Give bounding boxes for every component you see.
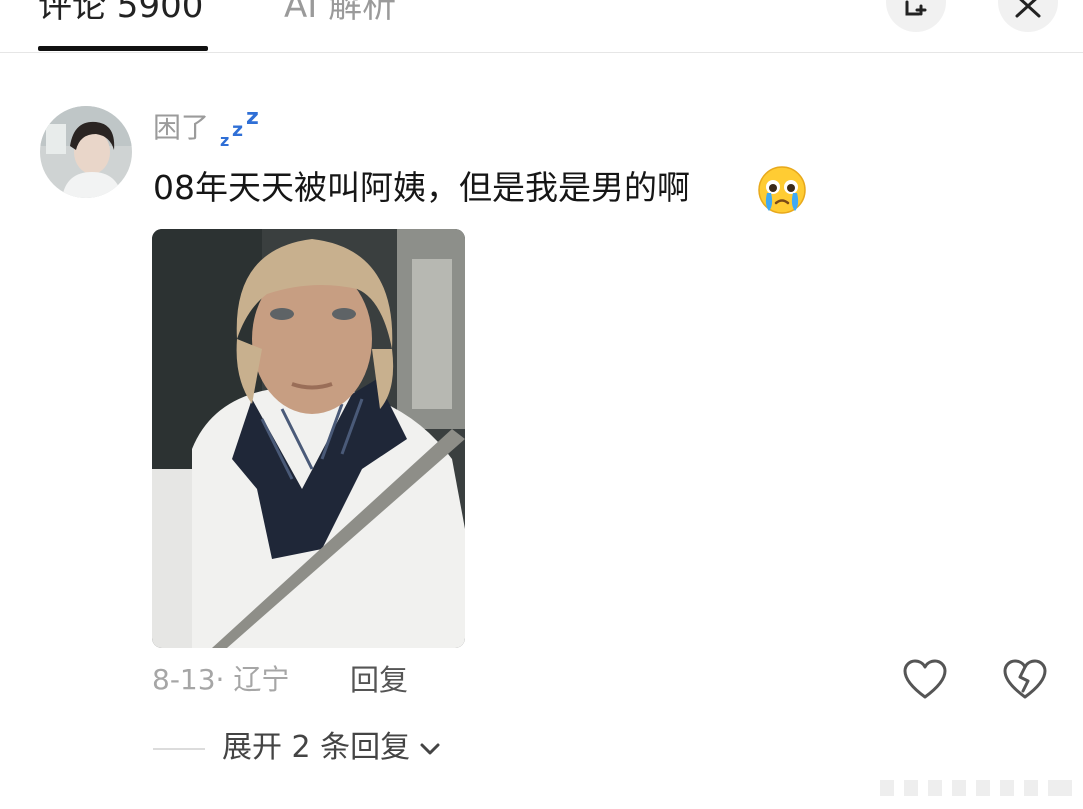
top-tab-bar: 评论 5900 AI 解析	[0, 0, 1083, 53]
comment-text: 08年天天被叫阿姨，但是我是男的啊	[153, 168, 690, 207]
broken-heart-icon[interactable]	[1002, 657, 1048, 703]
chevron-down-icon[interactable]	[418, 737, 442, 761]
reply-button[interactable]: 回复	[350, 660, 408, 700]
heart-outline-icon[interactable]	[902, 657, 948, 703]
comment-photo[interactable]	[152, 229, 465, 648]
active-tab-underline	[38, 46, 208, 51]
username[interactable]: 困了	[153, 110, 209, 146]
watermark	[880, 780, 1072, 796]
comment-date-location: 8-13· 辽宁	[152, 663, 290, 696]
expand-divider	[153, 748, 205, 750]
crying-face-emoji	[758, 166, 806, 214]
svg-text:z: z	[232, 119, 243, 141]
avatar[interactable]	[40, 106, 132, 198]
expand-icon	[905, 0, 927, 16]
svg-text:z: z	[246, 105, 259, 130]
expand-replies-button[interactable]: 展开 2 条回复	[222, 728, 410, 768]
expand-button[interactable]	[886, 0, 946, 32]
tab-comments[interactable]: 评论 5900	[38, 0, 203, 26]
tab-ai-analysis[interactable]: AI 解析	[284, 0, 396, 26]
zzz-emoji: z z z	[220, 105, 259, 150]
close-icon	[1015, 0, 1041, 18]
svg-text:z: z	[220, 131, 229, 150]
close-button[interactable]	[998, 0, 1058, 32]
